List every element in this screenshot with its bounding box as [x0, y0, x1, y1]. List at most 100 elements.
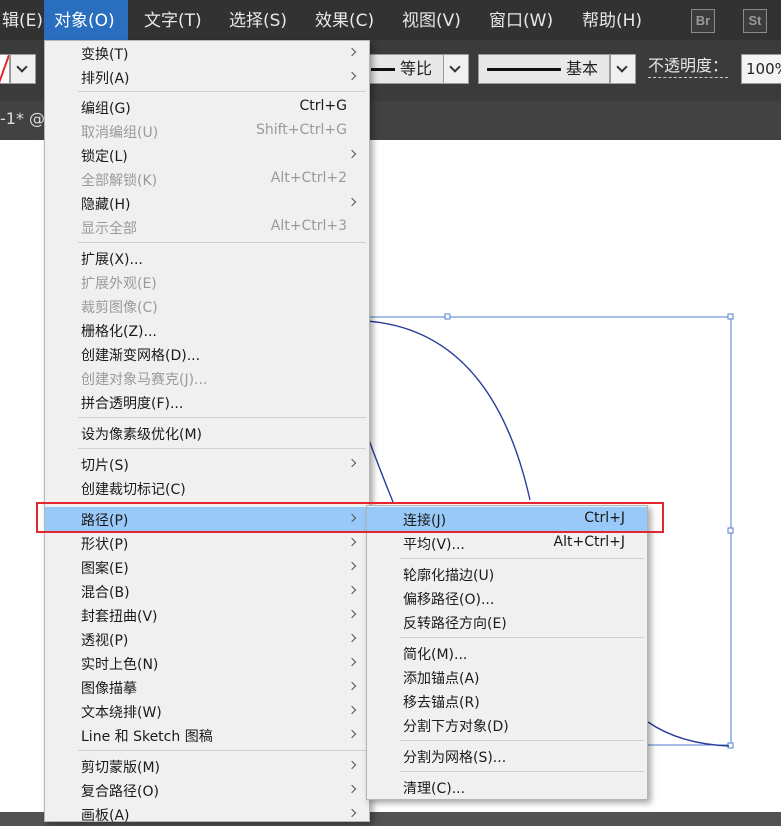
menu-item-label: 实时上色(N)	[81, 657, 159, 673]
menu-item-label: 编组(G)	[81, 101, 131, 117]
profile-dropdown[interactable]	[443, 54, 469, 84]
profile-label: 等比	[400, 59, 433, 78]
opacity-label[interactable]: 不透明度：	[648, 55, 729, 78]
menu-item-compound-path[interactable]: 复合路径(O)	[45, 778, 369, 802]
menu-item-label: 文本绕排(W)	[81, 705, 162, 721]
menu-item-divide-objects-below[interactable]: 分割下方对象(D)	[367, 713, 647, 737]
opacity-value: 100%	[746, 60, 781, 78]
menu-effect[interactable]: 效果(C)	[315, 0, 374, 40]
menu-item-flatten-transparency[interactable]: 拼合透明度(F)...	[45, 390, 369, 414]
menu-item-label: 变换(T)	[81, 47, 129, 63]
menu-item-perspective[interactable]: 透视(P)	[45, 627, 369, 651]
chevron-right-icon	[347, 197, 357, 207]
menu-item-average[interactable]: 平均(V)... Alt+Ctrl+J	[367, 531, 647, 555]
menu-view[interactable]: 视图(V)	[402, 0, 461, 40]
menu-item-shape[interactable]: 形状(P)	[45, 531, 369, 555]
menu-item-expand[interactable]: 扩展(X)...	[45, 246, 369, 270]
menu-item-lock[interactable]: 锁定(L)	[45, 143, 369, 167]
chevron-right-icon	[347, 681, 357, 691]
menu-item-label: 裁剪图像(C)	[81, 300, 158, 316]
menu-item-object-mosaic[interactable]: 创建对象马赛克(J)...	[45, 366, 369, 390]
menu-item-label: 复合路径(O)	[81, 784, 159, 800]
menu-item-reverse-path[interactable]: 反转路径方向(E)	[367, 610, 647, 634]
stock-icon[interactable]: St	[743, 9, 767, 33]
profile-line-icon	[371, 68, 395, 71]
menu-separator	[78, 750, 366, 751]
menu-item-rasterize[interactable]: 栅格化(Z)...	[45, 318, 369, 342]
brush-definition[interactable]: 基本	[478, 54, 610, 84]
menu-item-label: 剪切蒙版(M)	[81, 760, 161, 776]
menu-item-label: 扩展(X)...	[81, 252, 143, 268]
bridge-icon[interactable]: Br	[691, 9, 715, 33]
menu-item-live-paint[interactable]: 实时上色(N)	[45, 651, 369, 675]
chevron-right-icon	[347, 149, 357, 159]
chevron-right-icon	[347, 784, 357, 794]
menu-item-artboards[interactable]: 画板(A)	[45, 802, 369, 826]
menu-item-label: 分割为网格(S)...	[403, 750, 507, 766]
menu-item-slice[interactable]: 切片(S)	[45, 452, 369, 476]
menu-item-unlock-all[interactable]: 全部解锁(K) Alt+Ctrl+2	[45, 167, 369, 191]
document-tab[interactable]: -1* @	[0, 109, 45, 128]
menu-item-text-wrap[interactable]: 文本绕排(W)	[45, 699, 369, 723]
brush-label: 基本	[566, 59, 599, 78]
menu-item-simplify[interactable]: 简化(M)...	[367, 641, 647, 665]
menu-item-remove-anchor-points[interactable]: 移去锚点(R)	[367, 689, 647, 713]
menu-item-label: 创建对象马赛克(J)...	[81, 372, 208, 388]
annotation-highlight-box	[36, 502, 664, 533]
chevron-right-icon	[347, 47, 357, 57]
menu-item-label: 透视(P)	[81, 633, 129, 649]
menu-item-clean-up[interactable]: 清理(C)...	[367, 775, 647, 799]
menu-type[interactable]: 文字(T)	[144, 0, 202, 40]
menu-item-clipping-mask[interactable]: 剪切蒙版(M)	[45, 754, 369, 778]
path-submenu: 连接(J) Ctrl+J 平均(V)... Alt+Ctrl+J 轮廓化描边(U) …	[366, 505, 648, 800]
brush-dropdown[interactable]	[610, 54, 636, 84]
path-arc-lower	[647, 721, 730, 747]
menu-item-group[interactable]: 编组(G) Ctrl+G	[45, 95, 369, 119]
menu-item-label: 扩展外观(E)	[81, 276, 157, 292]
menu-separator	[78, 91, 366, 92]
menu-item-image-trace[interactable]: 图像描摹	[45, 675, 369, 699]
menu-item-trim-marks[interactable]: 创建裁切标记(C)	[45, 476, 369, 500]
menu-item-pixel-perfect[interactable]: 设为像素级优化(M)	[45, 421, 369, 445]
menu-edit[interactable]: 辑(E)	[0, 0, 43, 40]
menu-item-shortcut: Alt+Ctrl+3	[270, 218, 347, 234]
menu-help[interactable]: 帮助(H)	[582, 0, 642, 40]
menu-item-arrange[interactable]: 排列(A)	[45, 65, 369, 89]
bbox-handle-right	[727, 527, 734, 534]
opacity-input[interactable]: 100%	[741, 54, 781, 84]
menu-separator	[400, 637, 644, 638]
menu-item-label: 创建裁切标记(C)	[81, 482, 186, 498]
chevron-right-icon	[347, 458, 357, 468]
menu-item-crop-image[interactable]: 裁剪图像(C)	[45, 294, 369, 318]
stroke-dropdown[interactable]	[10, 54, 36, 84]
chevron-right-icon	[347, 71, 357, 81]
menu-item-line-sketch[interactable]: Line 和 Sketch 图稿	[45, 723, 369, 747]
menu-item-label: 全部解锁(K)	[81, 173, 158, 189]
menu-item-hide[interactable]: 隐藏(H)	[45, 191, 369, 215]
menu-object[interactable]: 对象(O)	[44, 0, 128, 40]
menu-item-add-anchor-points[interactable]: 添加锚点(A)	[367, 665, 647, 689]
menu-item-show-all[interactable]: 显示全部 Alt+Ctrl+3	[45, 215, 369, 239]
menu-select[interactable]: 选择(S)	[229, 0, 287, 40]
menu-item-label: 偏移路径(O)...	[403, 592, 495, 608]
menu-window[interactable]: 窗口(W)	[489, 0, 553, 40]
menu-item-gradient-mesh[interactable]: 创建渐变网格(D)...	[45, 342, 369, 366]
chevron-right-icon	[347, 760, 357, 770]
menu-item-blend[interactable]: 混合(B)	[45, 579, 369, 603]
menu-bar: 辑(E) 对象(O) 文字(T) 选择(S) 效果(C) 视图(V) 窗口(W)…	[0, 0, 781, 40]
menu-item-envelope-distort[interactable]: 封套扭曲(V)	[45, 603, 369, 627]
menu-item-outline-stroke[interactable]: 轮廓化描边(U)	[367, 562, 647, 586]
menu-item-transform[interactable]: 变换(T)	[45, 41, 369, 65]
menu-item-ungroup[interactable]: 取消编组(U) Shift+Ctrl+G	[45, 119, 369, 143]
menu-item-pattern[interactable]: 图案(E)	[45, 555, 369, 579]
stroke-swatch[interactable]	[0, 54, 10, 84]
menu-item-label: 反转路径方向(E)	[403, 616, 507, 632]
menu-item-label: 简化(M)...	[403, 647, 468, 663]
bbox-handle-top-right	[727, 313, 734, 320]
menu-item-label: 分割下方对象(D)	[403, 719, 509, 735]
menu-item-label: 排列(A)	[81, 71, 130, 87]
menu-item-offset-path[interactable]: 偏移路径(O)...	[367, 586, 647, 610]
menu-item-split-into-grid[interactable]: 分割为网格(S)...	[367, 744, 647, 768]
variable-width-profile[interactable]: 等比	[368, 54, 444, 84]
menu-item-expand-appearance[interactable]: 扩展外观(E)	[45, 270, 369, 294]
